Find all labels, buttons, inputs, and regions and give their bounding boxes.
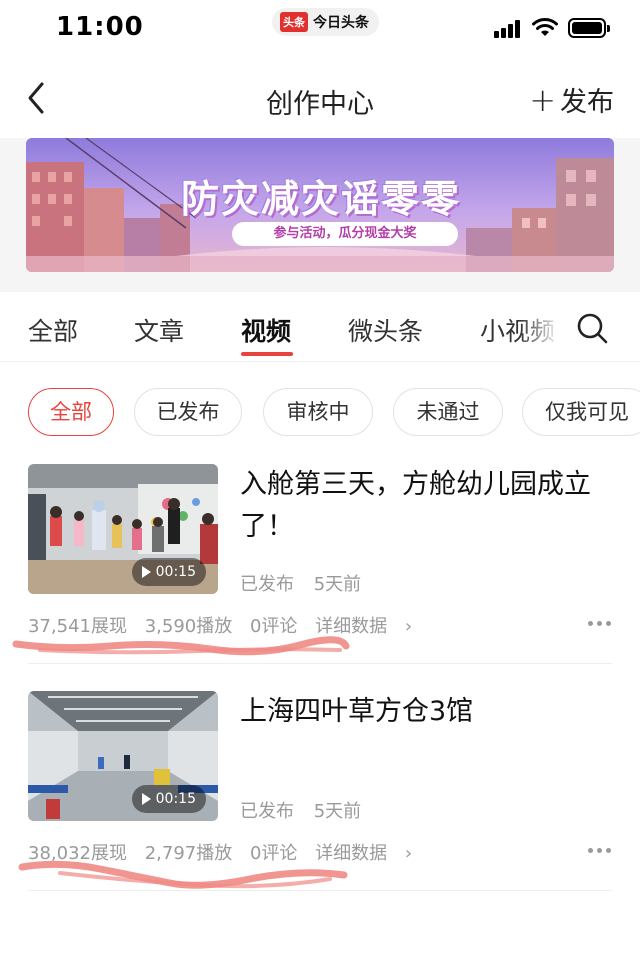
- tab-videos[interactable]: 视频: [241, 312, 291, 348]
- play-icon: [141, 793, 151, 805]
- chevron-right-icon: ›: [399, 616, 413, 637]
- filter-rejected[interactable]: 未通过: [393, 388, 503, 436]
- video-title[interactable]: 入舱第三天，方舱幼儿园成立了！: [240, 464, 610, 548]
- video-thumbnail[interactable]: 00:15: [28, 464, 218, 594]
- video-list-item[interactable]: 00:15 入舱第三天，方舱幼儿园成立了！ 已发布 5天前 37,541展现 3…: [0, 464, 640, 664]
- video-thumbnail[interactable]: 00:15: [28, 691, 218, 821]
- filter-all[interactable]: 全部: [28, 388, 114, 436]
- duration-text: 00:15: [155, 791, 196, 807]
- video-meta: 已发布 5天前: [240, 570, 375, 596]
- filter-published[interactable]: 已发布: [134, 388, 242, 436]
- publish-status: 已发布: [240, 801, 294, 822]
- active-tab-indicator: [241, 352, 293, 356]
- wifi-icon: [532, 18, 558, 36]
- list-divider: [28, 663, 612, 664]
- publish-time: 5天前: [313, 801, 362, 822]
- video-list-item[interactable]: 00:15 上海四叶草方仓3馆 已发布 5天前 38,032展现 2,797播放…: [0, 691, 640, 891]
- app-logo-badge: 头条: [280, 12, 308, 32]
- publish-button[interactable]: + 发布: [529, 80, 614, 119]
- banner-subtitle: 参与活动，瓜分现金大奖: [232, 222, 458, 246]
- promo-banner[interactable]: 防灾减灾谣零零 参与活动，瓜分现金大奖: [26, 138, 614, 272]
- hand-drawn-underline: [12, 636, 350, 656]
- filter-private[interactable]: 仅我可见: [522, 388, 640, 436]
- chevron-right-icon: ›: [399, 843, 413, 864]
- video-duration-badge: 00:15: [131, 785, 206, 813]
- banner-area: 防灾减灾谣零零 参与活动，瓜分现金大奖: [0, 138, 640, 292]
- video-meta: 已发布 5天前: [240, 797, 375, 823]
- publish-label: 发布: [560, 87, 614, 118]
- plus-icon: +: [529, 80, 556, 119]
- tab-articles[interactable]: 文章: [134, 312, 184, 348]
- tab-all[interactable]: 全部: [28, 312, 78, 348]
- play-icon: [141, 566, 151, 578]
- duration-text: 00:15: [155, 564, 196, 580]
- nav-bar: 创作中心 + 发布: [0, 58, 640, 138]
- video-duration-badge: 00:15: [131, 558, 206, 586]
- video-title[interactable]: 上海四叶草方仓3馆: [240, 691, 610, 733]
- list-divider: [28, 890, 612, 891]
- return-to-app-pill[interactable]: 头条 今日头条: [272, 8, 379, 36]
- publish-status: 已发布: [240, 574, 294, 595]
- battery-icon: [568, 18, 610, 38]
- filter-under-review[interactable]: 审核中: [263, 388, 373, 436]
- status-filter-chips: 全部 已发布 审核中 未通过 仅我可见: [0, 388, 640, 436]
- signal-icon: [494, 20, 524, 38]
- status-bar: 11:00 头条 今日头条: [0, 0, 640, 58]
- more-options-icon[interactable]: [588, 620, 612, 628]
- tab-overflow-fade: [520, 302, 570, 352]
- banner-title: 防灾减灾谣零零: [180, 177, 461, 221]
- search-icon[interactable]: [576, 312, 608, 344]
- tab-micro-posts[interactable]: 微头条: [348, 312, 423, 348]
- content-type-tabs: 全部 文章 视频 微头条 小视频: [0, 292, 640, 362]
- hand-drawn-underline: [18, 860, 348, 889]
- publish-time: 5天前: [313, 574, 362, 595]
- status-time: 11:00: [56, 12, 144, 42]
- more-options-icon[interactable]: [588, 847, 612, 855]
- app-name: 今日头条: [313, 15, 369, 31]
